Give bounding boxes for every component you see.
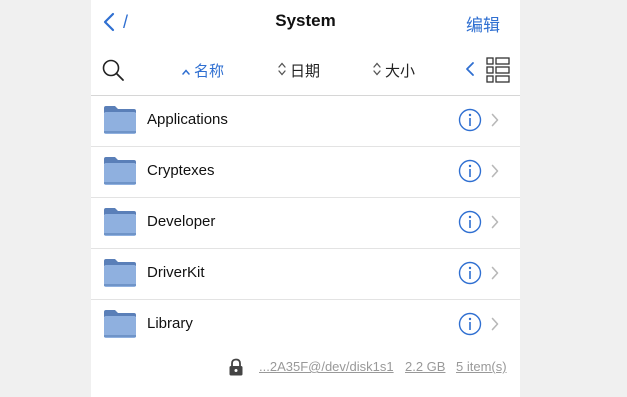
sort-updown-icon <box>278 62 286 80</box>
file-name: Cryptexes <box>147 162 215 179</box>
file-browser-panel: / System 编辑 名称 日期 大小 Applications Crypte… <box>91 0 520 397</box>
edit-button[interactable]: 编辑 <box>466 11 500 36</box>
navigation-bar: / System 编辑 <box>91 0 520 44</box>
info-icon[interactable] <box>458 108 482 137</box>
sort-ascending-icon <box>182 62 190 79</box>
sort-date-label: 日期 <box>290 63 321 80</box>
folder-icon <box>103 105 137 140</box>
collapse-button[interactable] <box>465 61 475 82</box>
list-item[interactable]: DriverKit <box>91 249 520 300</box>
item-count-link[interactable]: 5 item(s) <box>456 359 507 374</box>
sort-by-size[interactable]: 大小 <box>373 60 415 81</box>
list-item[interactable]: Applications <box>91 96 520 147</box>
info-icon[interactable] <box>458 261 482 290</box>
file-name: Developer <box>147 213 216 230</box>
folder-icon <box>103 207 137 242</box>
info-icon[interactable] <box>458 312 482 341</box>
sort-by-name[interactable]: 名称 <box>182 60 224 81</box>
chevron-right-icon <box>491 215 499 234</box>
sort-size-label: 大小 <box>385 63 416 80</box>
folder-icon <box>103 309 137 344</box>
status-footer: ...2A35F@/dev/disk1s1 2.2 GB 5 item(s) <box>91 356 520 380</box>
info-icon[interactable] <box>458 159 482 188</box>
list-item[interactable]: Cryptexes <box>91 147 520 198</box>
folder-icon <box>103 156 137 191</box>
volume-path-link[interactable]: ...2A35F@/dev/disk1s1 <box>259 359 394 374</box>
file-name: Library <box>147 315 193 332</box>
search-button[interactable] <box>101 58 125 82</box>
search-icon <box>101 59 125 86</box>
list-item[interactable]: Library <box>91 300 520 350</box>
info-icon[interactable] <box>458 210 482 239</box>
sort-toolbar: 名称 日期 大小 <box>91 44 520 96</box>
list-view-icon <box>486 57 510 87</box>
lock-icon <box>228 358 244 379</box>
file-name: DriverKit <box>147 264 205 281</box>
view-mode-button[interactable] <box>486 57 510 88</box>
chevron-right-icon <box>491 164 499 183</box>
volume-size-link[interactable]: 2.2 GB <box>405 359 445 374</box>
chevron-right-icon <box>491 113 499 132</box>
list-item[interactable]: Developer <box>91 198 520 249</box>
folder-icon <box>103 258 137 293</box>
chevron-right-icon <box>491 266 499 285</box>
sort-name-label: 名称 <box>194 63 225 80</box>
chevron-right-icon <box>491 317 499 336</box>
file-list: Applications Cryptexes Developer DriverK… <box>91 96 520 350</box>
file-name: Applications <box>147 111 228 128</box>
sort-updown-icon <box>373 62 381 80</box>
sort-by-date[interactable]: 日期 <box>278 60 320 81</box>
chevron-left-icon <box>465 62 475 81</box>
page-title: System <box>275 11 336 30</box>
